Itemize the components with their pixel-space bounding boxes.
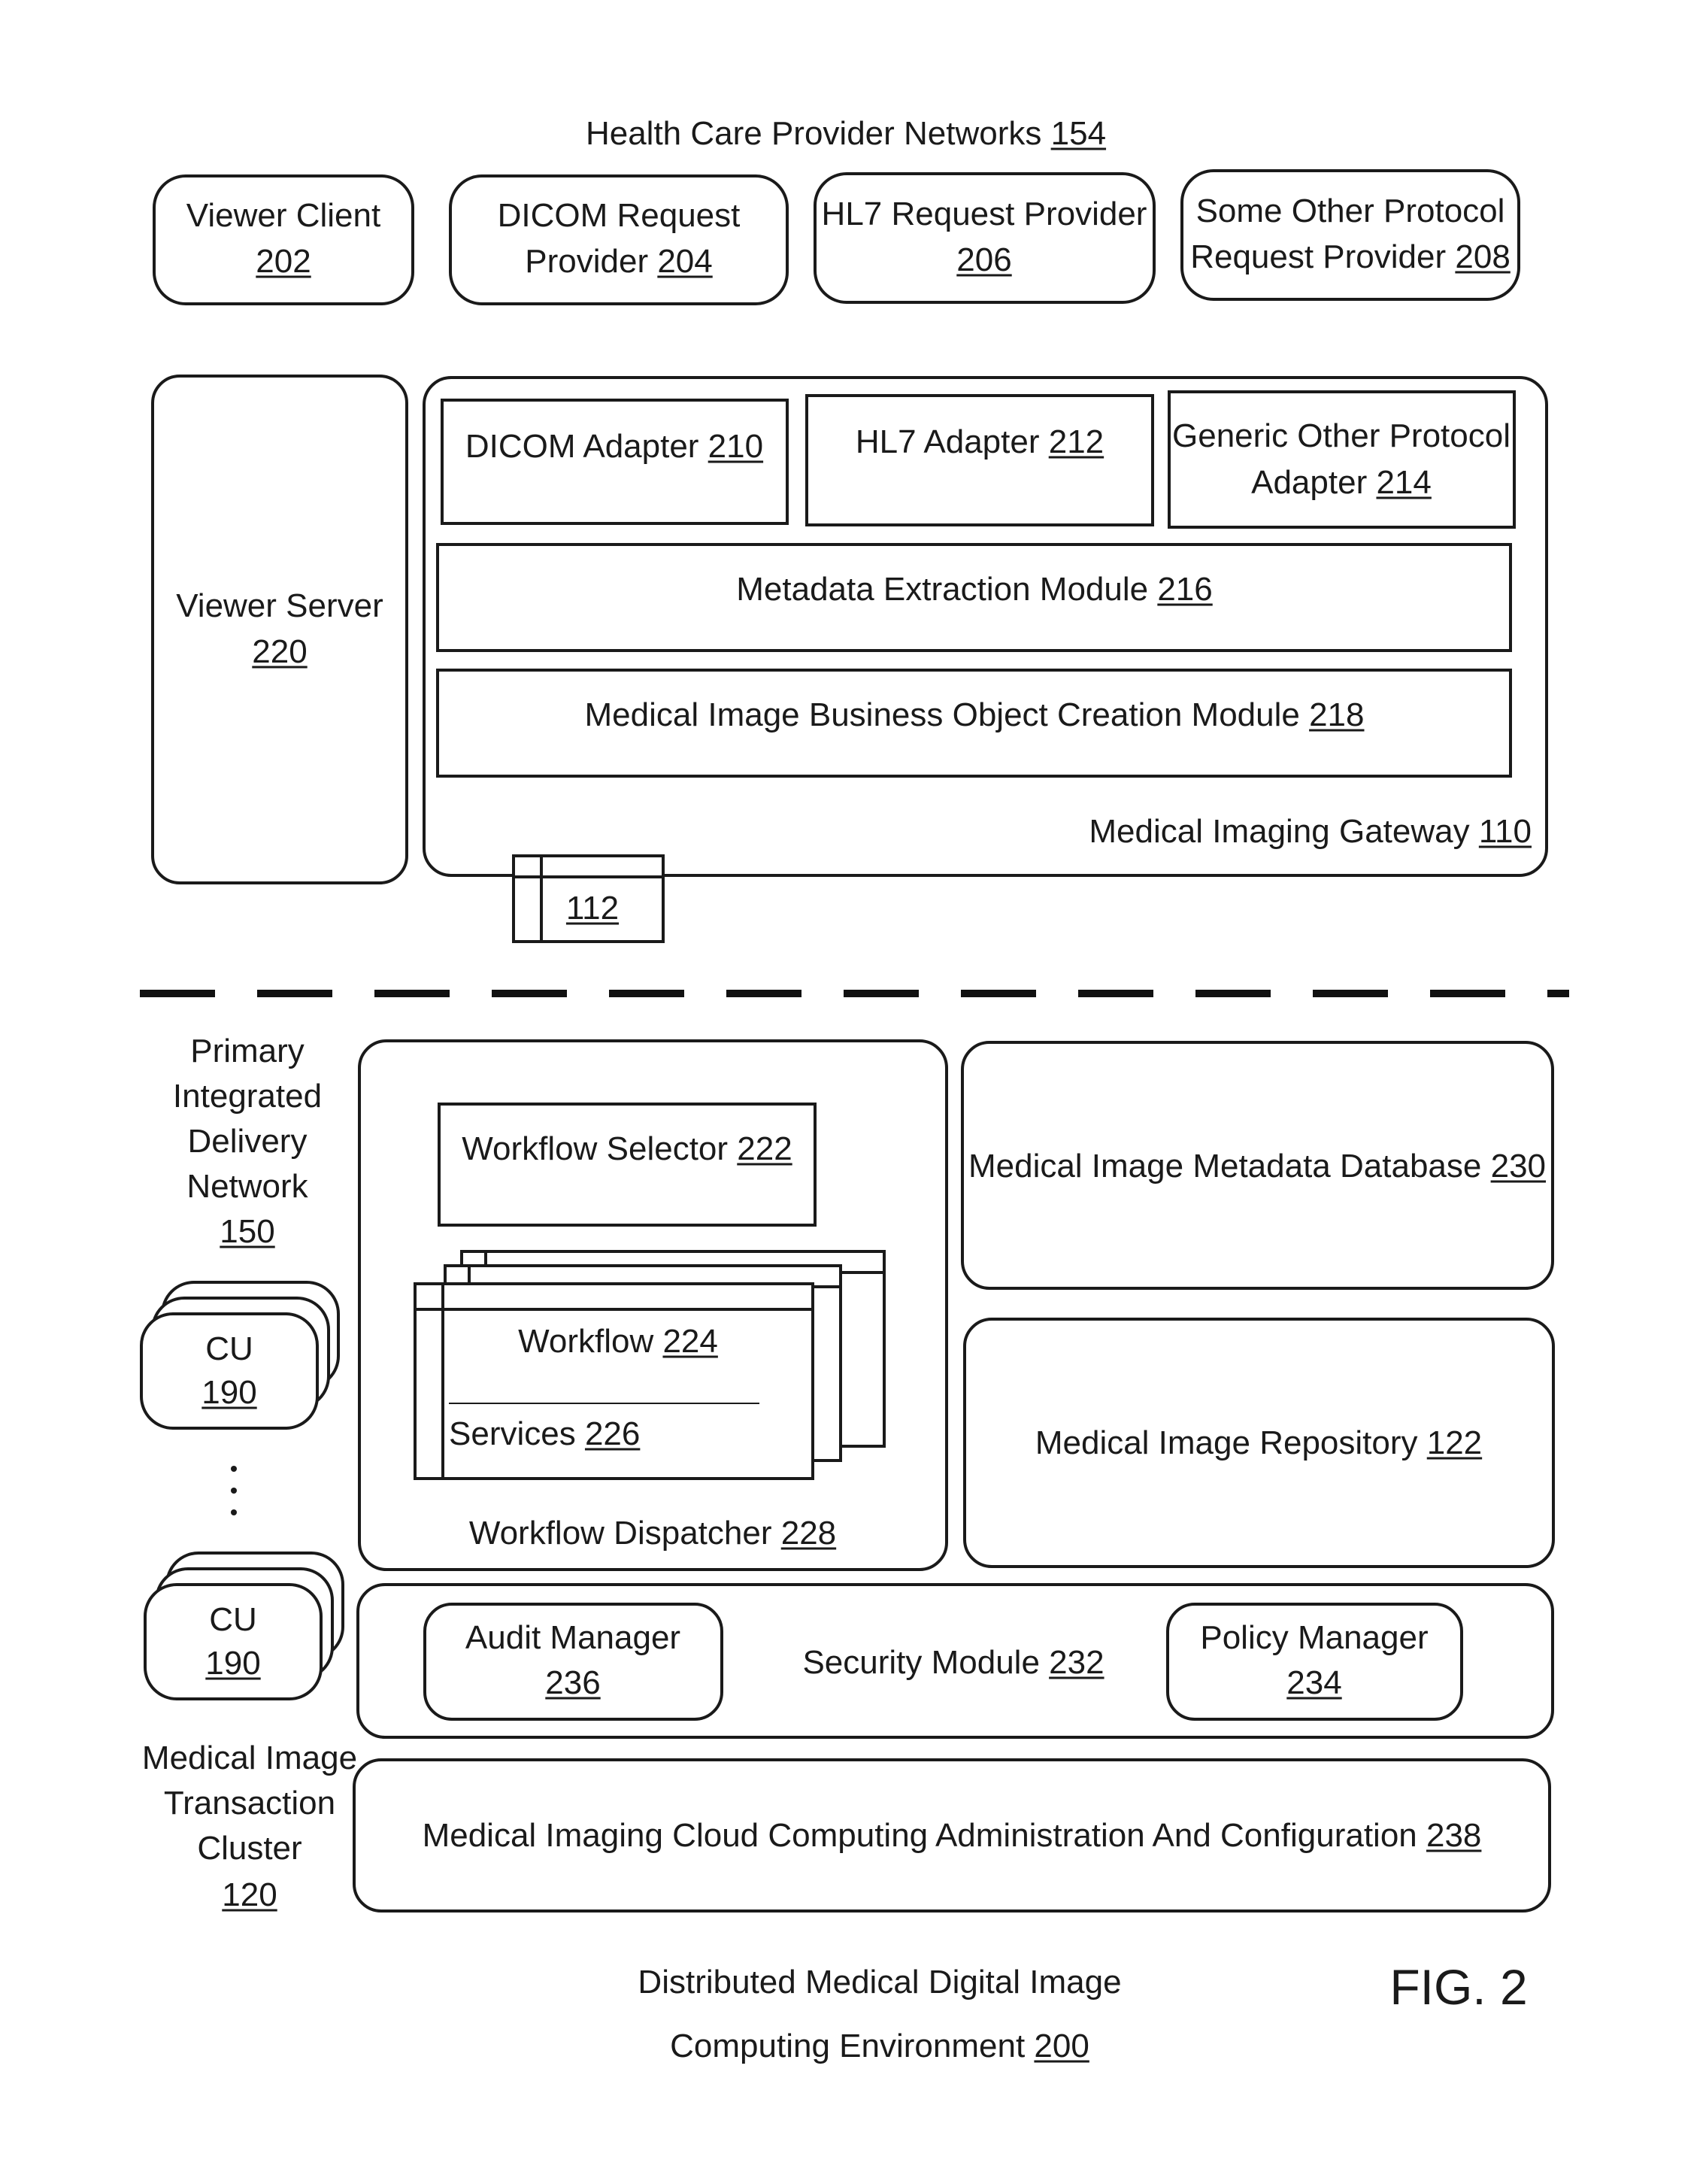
image-repository-box: Medical Image Repository 122 xyxy=(963,1318,1555,1568)
metadata-extraction-module-box: Metadata Extraction Module 216 xyxy=(436,543,1512,652)
workflow-selector-label: Workflow Selector 222 xyxy=(462,1130,792,1167)
viewer-client-box: Viewer Client 202 xyxy=(153,174,414,305)
image-repository-label: Medical Image Repository 122 xyxy=(1035,1424,1482,1461)
viewer-server-box: Viewer Server 220 xyxy=(151,375,408,884)
viewer-server-label: Viewer Server xyxy=(176,587,383,624)
security-module-box: Audit Manager 236 Security Module 232 Po… xyxy=(356,1583,1554,1739)
idn-label-line: Integrated xyxy=(173,1078,322,1115)
idn-label: Primary Integrated Delivery Network 150 xyxy=(173,1033,322,1250)
compute-unit-stack: CU 190 xyxy=(144,1552,344,1700)
architecture-diagram: Health Care Provider Networks 154 Viewer… xyxy=(140,115,1569,2064)
audit-manager-label: Audit Manager xyxy=(465,1619,680,1656)
workflow-dispatcher-box: Workflow Selector 222 Workflow 224 Servi… xyxy=(358,1039,948,1571)
compute-unit-label: CU xyxy=(205,1330,253,1367)
connector-112-ref: 112 xyxy=(566,890,619,927)
compute-unit-label: CU xyxy=(209,1601,257,1638)
metadata-database-label: Medical Image Metadata Database 230 xyxy=(968,1148,1546,1185)
policy-manager-ref: 234 xyxy=(1286,1664,1341,1701)
cluster-ref: 120 xyxy=(222,1876,277,1913)
other-protocol-request-provider-line2: Request Provider 208 xyxy=(1190,238,1511,275)
dicom-request-provider-box: DICOM Request Provider 204 xyxy=(449,174,789,305)
other-protocol-request-provider-box: Some Other Protocol Request Provider 208 xyxy=(1180,169,1520,301)
idn-label-line: Primary xyxy=(190,1033,305,1069)
connector-112: 112 xyxy=(512,854,665,943)
workflow-window-stack: Workflow 224 Services 226 xyxy=(414,1250,886,1480)
cluster-label-line: Transaction xyxy=(164,1785,335,1822)
security-module-label: Security Module 232 xyxy=(802,1644,1104,1681)
viewer-client-ref: 202 xyxy=(256,243,311,280)
workflow-dispatcher-label: Workflow Dispatcher 228 xyxy=(469,1515,836,1552)
metadata-database-box: Medical Image Metadata Database 230 xyxy=(961,1041,1554,1290)
metadata-extraction-module-label: Metadata Extraction Module 216 xyxy=(736,571,1213,608)
hl7-request-provider-box: HL7 Request Provider 206 xyxy=(814,172,1156,304)
cluster-label-line: Medical Image xyxy=(142,1740,357,1776)
idn-label-line: Delivery xyxy=(188,1123,308,1160)
idn-label-line: Network xyxy=(186,1168,308,1205)
medical-imaging-gateway-box: DICOM Adapter 210 HL7 Adapter 212 Generi… xyxy=(423,376,1548,877)
viewer-client-label: Viewer Client xyxy=(186,197,380,234)
policy-manager-box: Policy Manager 234 xyxy=(1166,1603,1463,1721)
medical-imaging-gateway-label: Medical Imaging Gateway 110 xyxy=(1089,813,1532,850)
administration-label: Medical Imaging Cloud Computing Administ… xyxy=(423,1817,1482,1854)
figure-number: FIG. 2 xyxy=(1389,1959,1527,2015)
compute-unit-ref: 190 xyxy=(202,1374,256,1411)
business-object-creation-module-label: Medical Image Business Object Creation M… xyxy=(585,696,1365,733)
idn-ref: 150 xyxy=(220,1213,274,1250)
dicom-adapter-label: DICOM Adapter 210 xyxy=(465,428,763,465)
cluster-label: Medical Image Transaction Cluster 120 xyxy=(142,1740,357,1913)
figure-caption-line2: Computing Environment 200 xyxy=(670,2028,1089,2064)
cluster-label-line: Cluster xyxy=(197,1830,302,1867)
administration-box: Medical Imaging Cloud Computing Administ… xyxy=(353,1758,1551,1913)
other-protocol-request-provider-label: Some Other Protocol xyxy=(1196,193,1505,229)
health-care-networks-title: Health Care Provider Networks 154 xyxy=(586,115,1106,152)
generic-protocol-adapter-box: Generic Other Protocol Adapter 214 xyxy=(1168,390,1516,529)
hl7-adapter-label: HL7 Adapter 212 xyxy=(856,423,1104,460)
hl7-adapter-box: HL7 Adapter 212 xyxy=(805,394,1154,526)
figure-caption-line1: Distributed Medical Digital Image xyxy=(638,1964,1121,2000)
workflow-label: Workflow 224 xyxy=(518,1323,718,1360)
generic-protocol-adapter-line2: Adapter 214 xyxy=(1251,464,1432,501)
audit-manager-ref: 236 xyxy=(545,1664,600,1701)
compute-unit-stack: CU 190 xyxy=(140,1281,340,1430)
compute-unit-ref: 190 xyxy=(205,1645,260,1682)
viewer-server-ref: 220 xyxy=(252,633,307,670)
ellipsis-icon xyxy=(231,1466,237,1515)
hl7-request-provider-ref: 206 xyxy=(956,241,1011,278)
hl7-request-provider-label: HL7 Request Provider xyxy=(822,196,1147,232)
generic-protocol-adapter-label: Generic Other Protocol xyxy=(1172,417,1511,454)
dicom-request-provider-line2: Provider 204 xyxy=(525,243,713,280)
policy-manager-label: Policy Manager xyxy=(1200,1619,1428,1656)
audit-manager-box: Audit Manager 236 xyxy=(423,1603,723,1721)
business-object-creation-module-box: Medical Image Business Object Creation M… xyxy=(436,669,1512,778)
dicom-request-provider-label: DICOM Request xyxy=(498,197,741,234)
services-label: Services 226 xyxy=(449,1415,640,1452)
